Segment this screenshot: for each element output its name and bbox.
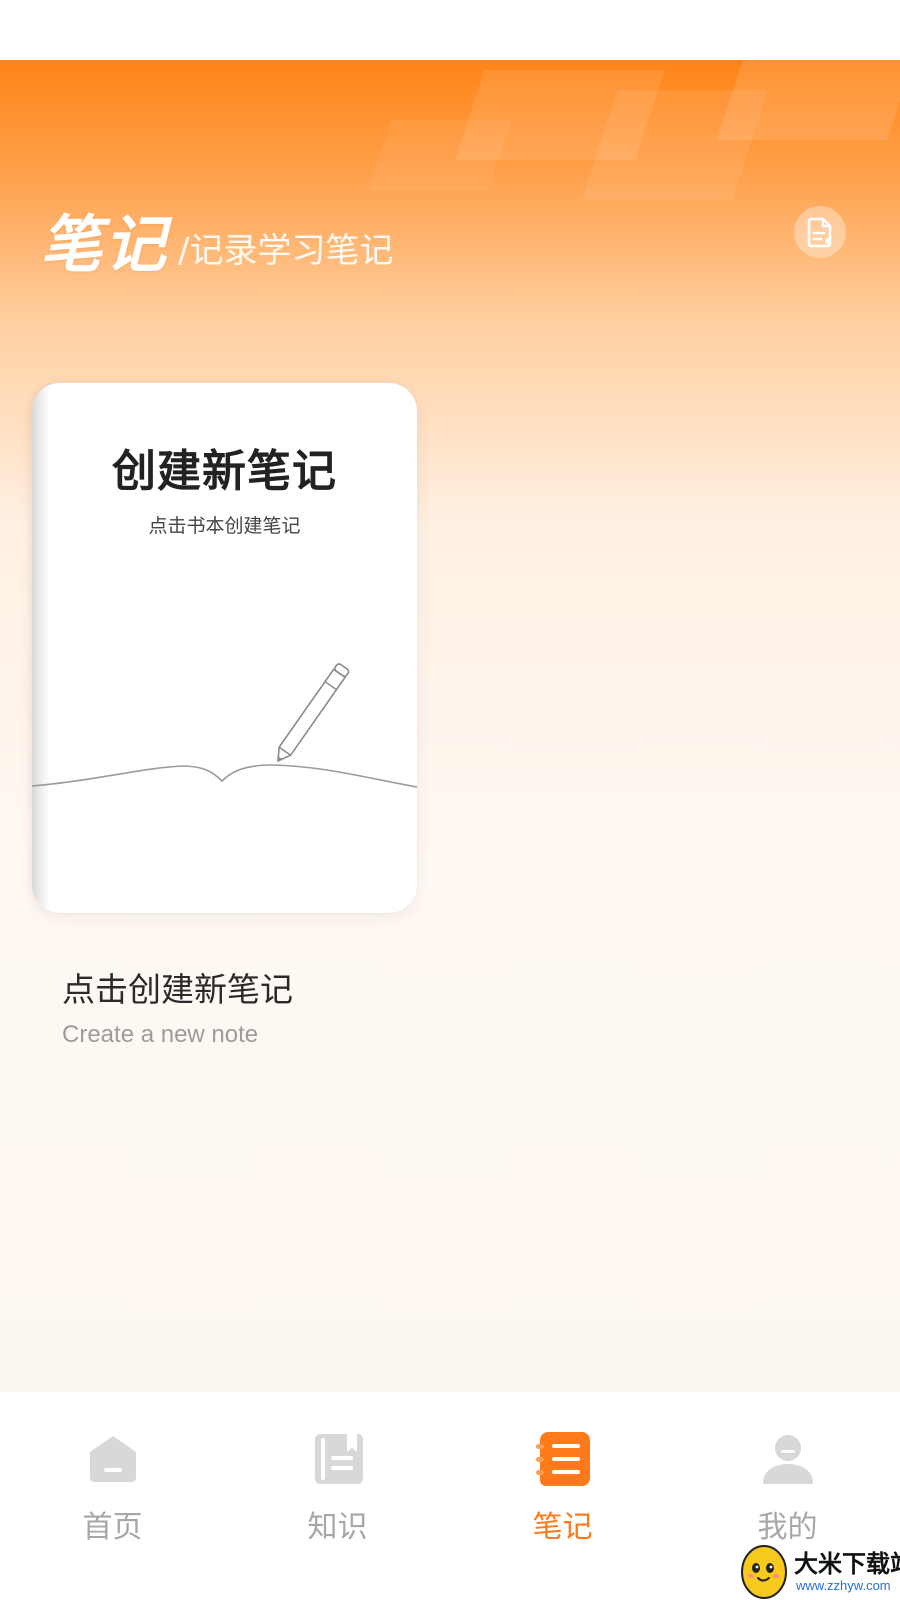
create-note-caption-en: Create a new note	[62, 1021, 259, 1048]
watermark-url: www.zzhyw.com	[796, 1578, 891, 1593]
create-note-book[interactable]: 创建新笔记 点击书本创建笔记	[32, 383, 417, 913]
document-icon	[807, 217, 832, 248]
mascot-logo-icon	[741, 1545, 787, 1599]
home-icon	[89, 1436, 136, 1482]
watermark-text: 大米下载站	[794, 1550, 900, 1578]
page-subtitle: /记录学习笔记	[178, 231, 394, 271]
tab-home[interactable]: 首页	[0, 1430, 225, 1546]
book-title: 创建新笔记	[112, 446, 337, 497]
watermark: 大米下载站 www.zzhyw.com	[738, 1540, 900, 1600]
book-icon	[314, 1434, 363, 1484]
tab-notes[interactable]: 笔记	[450, 1430, 675, 1546]
pencil-icon	[32, 663, 417, 788]
create-note-caption[interactable]: 点击创建新笔记	[62, 963, 293, 1011]
user-icon	[762, 1435, 813, 1484]
page-title: 笔记	[40, 208, 169, 281]
tab-knowledge[interactable]: 知识	[225, 1430, 450, 1546]
notebook-icon	[535, 1432, 590, 1486]
document-button[interactable]	[794, 206, 846, 258]
book-subtitle: 点击书本创建笔记	[148, 515, 301, 537]
tab-home-label: 首页	[82, 1510, 143, 1545]
tab-notes-label: 笔记	[532, 1510, 593, 1545]
tab-mine[interactable]: 我的	[675, 1430, 900, 1546]
tab-knowledge-label: 知识	[307, 1510, 368, 1545]
status-bar	[0, 0, 900, 60]
